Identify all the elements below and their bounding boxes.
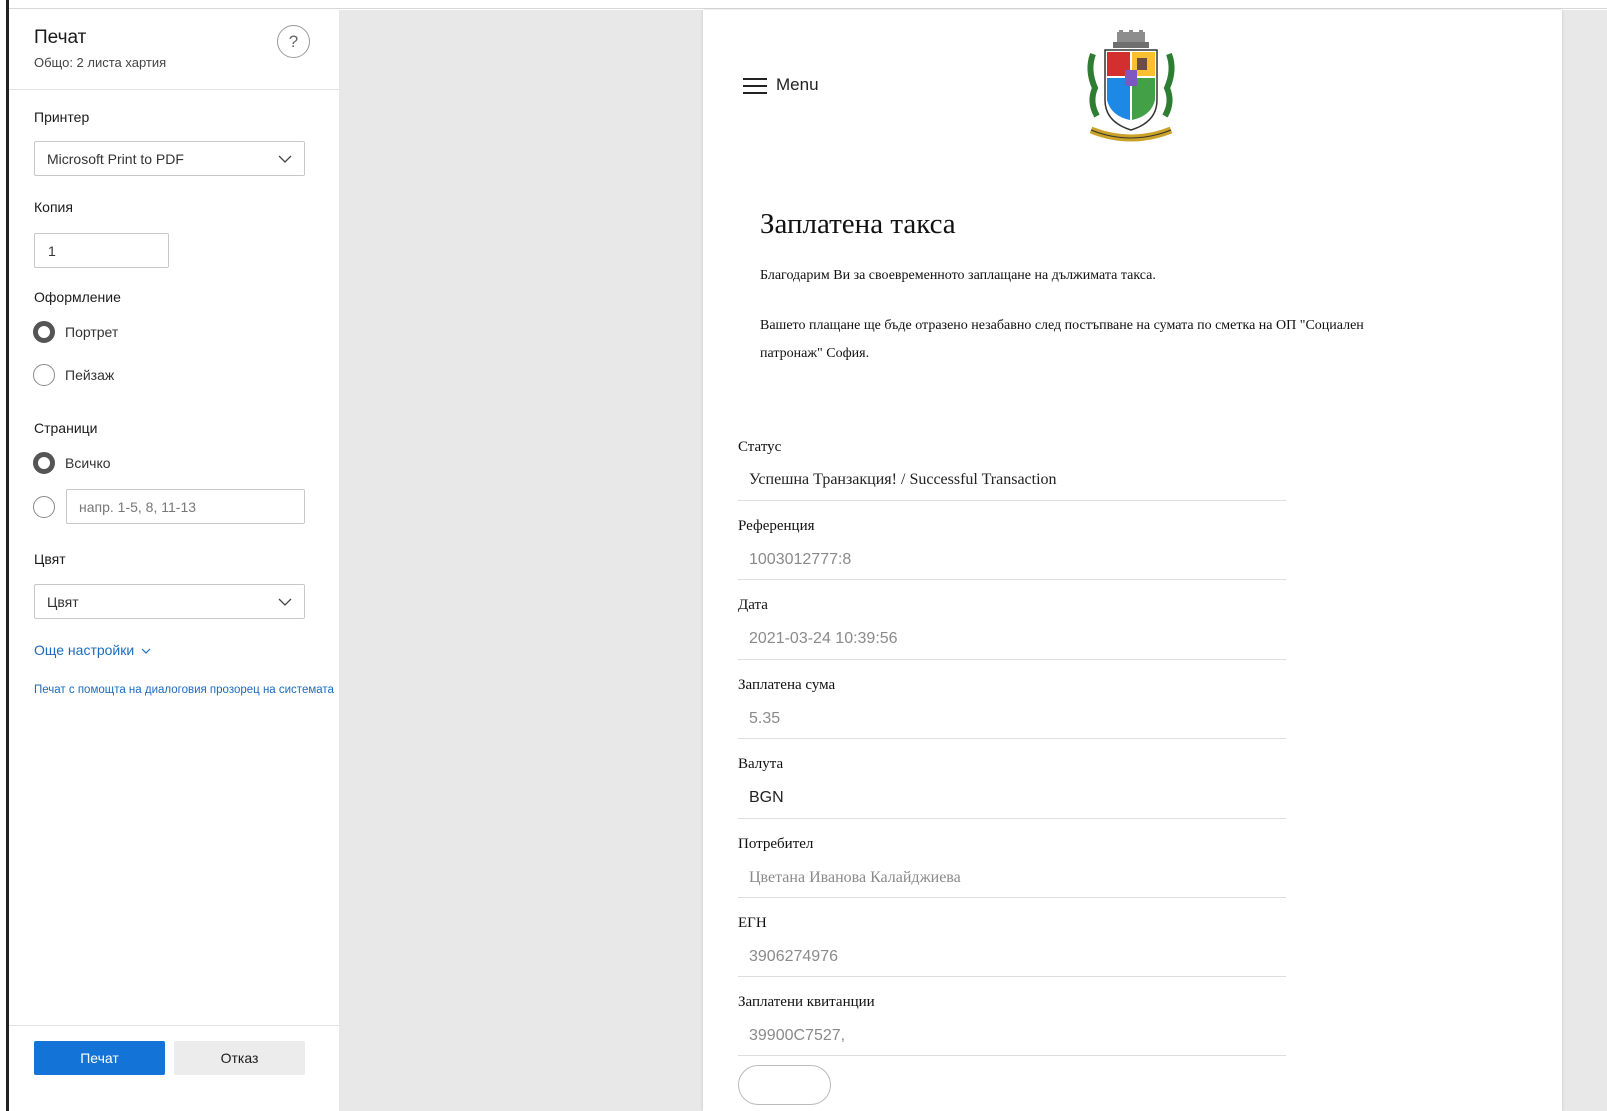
- window-top-edge: [0, 0, 1607, 9]
- field-divider: [738, 818, 1286, 819]
- radio-icon: [33, 364, 55, 386]
- currency-value: BGN: [749, 789, 784, 806]
- info-paragraph-line-2: патронаж" София.: [760, 346, 870, 361]
- copies-input[interactable]: 1: [34, 233, 169, 268]
- print-button[interactable]: Печат: [34, 1041, 165, 1075]
- field-divider: [738, 659, 1286, 660]
- print-panel-title: Печат: [34, 27, 87, 48]
- system-dialog-link[interactable]: Печат с помощта на диалоговия прозорец н…: [34, 684, 339, 696]
- status-value: Успешна Транзакция! / Successful Transac…: [749, 471, 1057, 488]
- layout-portrait-label: Портрет: [65, 324, 119, 340]
- cancel-button[interactable]: Отказ: [174, 1041, 305, 1075]
- pages-all-option[interactable]: Всичко: [33, 451, 111, 475]
- window-left-edge: [0, 0, 9, 1111]
- more-settings-label: Още настройки: [34, 642, 135, 658]
- field-divider: [738, 897, 1286, 898]
- page-back-button: [738, 1065, 831, 1105]
- printer-select-value: Microsoft Print to PDF: [47, 151, 184, 167]
- layout-landscape-label: Пейзаж: [65, 367, 115, 383]
- layout-label: Оформление: [34, 289, 121, 305]
- currency-label: Валута: [738, 756, 784, 772]
- field-divider: [738, 1055, 1286, 1056]
- receipts-label: Заплатени квитанции: [738, 994, 875, 1010]
- status-label: Статус: [738, 439, 782, 455]
- sofia-coat-of-arms-icon: [1087, 30, 1175, 142]
- amount-value: 5.35: [749, 710, 781, 727]
- printer-label: Принтер: [34, 109, 90, 125]
- info-paragraph-line-1: Вашето плащане ще бъде отразено незабавн…: [760, 318, 1364, 333]
- menu-label: Menu: [776, 75, 819, 94]
- layout-landscape-option[interactable]: Пейзаж: [33, 363, 114, 387]
- page-title: Заплатена такса: [760, 208, 956, 240]
- radio-checked-icon: [33, 452, 55, 474]
- sheet-count: Общо: 2 листа хартия: [34, 55, 167, 70]
- more-settings-link[interactable]: Още настройки: [34, 642, 151, 658]
- pages-all-label: Всичко: [65, 455, 111, 471]
- copies-value: 1: [48, 243, 56, 259]
- chevron-down-icon: [141, 648, 151, 654]
- egn-label: ЕГН: [738, 915, 767, 931]
- help-icon[interactable]: ?: [277, 25, 310, 58]
- chevron-down-icon: [278, 152, 292, 166]
- radio-icon: [33, 496, 55, 518]
- field-divider: [738, 579, 1286, 580]
- reference-label: Референция: [738, 518, 815, 534]
- pages-range-input[interactable]: напр. 1-5, 8, 11-13: [66, 489, 305, 524]
- customer-value: Цветана Иванова Калайджиева: [749, 869, 961, 886]
- copies-label: Копия: [34, 199, 73, 215]
- date-label: Дата: [738, 597, 768, 613]
- color-label: Цвят: [34, 551, 66, 567]
- help-glyph: ?: [288, 31, 299, 51]
- print-panel-header: Печат Общо: 2 листа хартия ?: [9, 10, 339, 90]
- layout-portrait-option[interactable]: Портрет: [33, 320, 118, 344]
- pages-label: Страници: [34, 420, 98, 436]
- print-settings-panel: Печат Общо: 2 листа хартия ? Принтер Mic…: [9, 10, 339, 1111]
- hamburger-menu-icon: [743, 78, 767, 94]
- chevron-down-icon: [278, 595, 292, 609]
- thanks-paragraph: Благодарим Ви за своевременното заплащан…: [760, 268, 1156, 283]
- color-select[interactable]: Цвят: [34, 584, 305, 619]
- pages-range-placeholder: напр. 1-5, 8, 11-13: [79, 499, 197, 515]
- date-value: 2021-03-24 10:39:56: [749, 630, 898, 647]
- amount-label: Заплатена сума: [738, 677, 836, 693]
- reference-value: 1003012777:8: [749, 551, 852, 568]
- receipts-value: 39900C7527,: [749, 1027, 846, 1044]
- radio-checked-icon: [33, 321, 55, 343]
- preview-page: Menu Заплатена такса Благодарим Ви за св…: [703, 10, 1562, 1111]
- pages-custom-option[interactable]: [33, 495, 55, 519]
- egn-value: 3906274976: [749, 948, 838, 965]
- color-select-value: Цвят: [47, 594, 79, 610]
- print-panel-footer: Печат Отказ: [9, 1025, 339, 1111]
- field-divider: [738, 976, 1286, 977]
- printer-select[interactable]: Microsoft Print to PDF: [34, 141, 305, 176]
- customer-label: Потребител: [738, 836, 814, 852]
- field-divider: [738, 738, 1286, 739]
- field-divider: [738, 500, 1286, 501]
